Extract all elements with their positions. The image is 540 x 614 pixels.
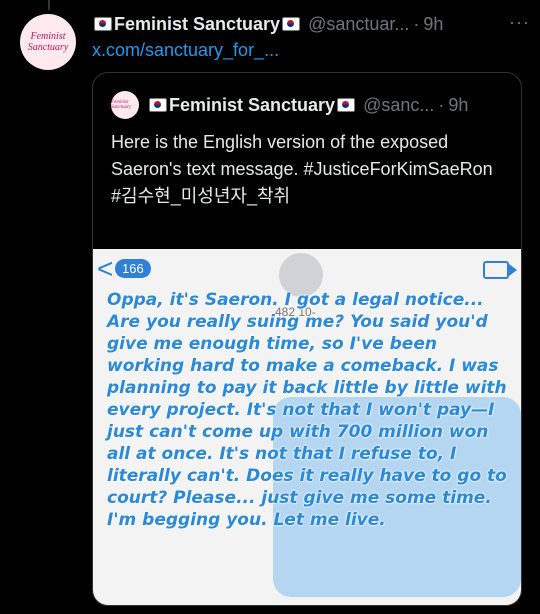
quote-avatar[interactable]: Feminist Sanctuary xyxy=(111,91,139,119)
translated-message-text: Oppa, it's Saeron. I got a legal notice.… xyxy=(107,290,507,530)
messenger-header: < 166 xyxy=(93,249,521,297)
korea-flag-icon xyxy=(149,98,167,112)
quote-avatar-logo: Feminist Sanctuary xyxy=(111,100,132,110)
quote-header: Feminist Sanctuary Feminist Sanctuary @s… xyxy=(111,91,511,119)
thread-line xyxy=(48,0,50,10)
tweet-time[interactable]: 9h xyxy=(423,14,443,35)
quote-time[interactable]: 9h xyxy=(448,95,468,116)
separator-dot: · xyxy=(413,13,420,34)
quote-author-name[interactable]: Feminist Sanctuary xyxy=(169,95,335,116)
quoted-tweet-card[interactable]: Feminist Sanctuary Feminist Sanctuary @s… xyxy=(92,72,522,606)
author-avatar[interactable]: Feminist Sanctuary xyxy=(20,14,76,70)
tweet-link[interactable]: x.com/sanctuary_for_... xyxy=(92,40,279,61)
tweet-header: Feminist Sanctuary @sanctuar... · 9h xyxy=(92,12,526,36)
separator-dot: · xyxy=(438,94,445,115)
korea-flag-icon xyxy=(94,17,112,31)
unread-count-badge: 166 xyxy=(115,259,151,278)
avatar-logo: Feminist Sanctuary xyxy=(27,31,69,53)
author-handle[interactable]: @sanctuar... xyxy=(308,14,409,35)
quote-author-handle[interactable]: @sanc... xyxy=(363,95,434,116)
video-camera-icon xyxy=(483,261,517,279)
korea-flag-icon xyxy=(337,98,356,112)
quote-media-image[interactable]: < 166 482 10- Oppa, it's Saeron. I got a… xyxy=(93,249,521,605)
back-chevron-icon: < xyxy=(97,253,114,284)
quote-text: Here is the English version of the expos… xyxy=(111,132,493,206)
author-name[interactable]: Feminist Sanctuary xyxy=(114,14,280,35)
korea-flag-icon xyxy=(282,17,301,31)
more-options-icon[interactable]: ··· xyxy=(509,12,530,33)
